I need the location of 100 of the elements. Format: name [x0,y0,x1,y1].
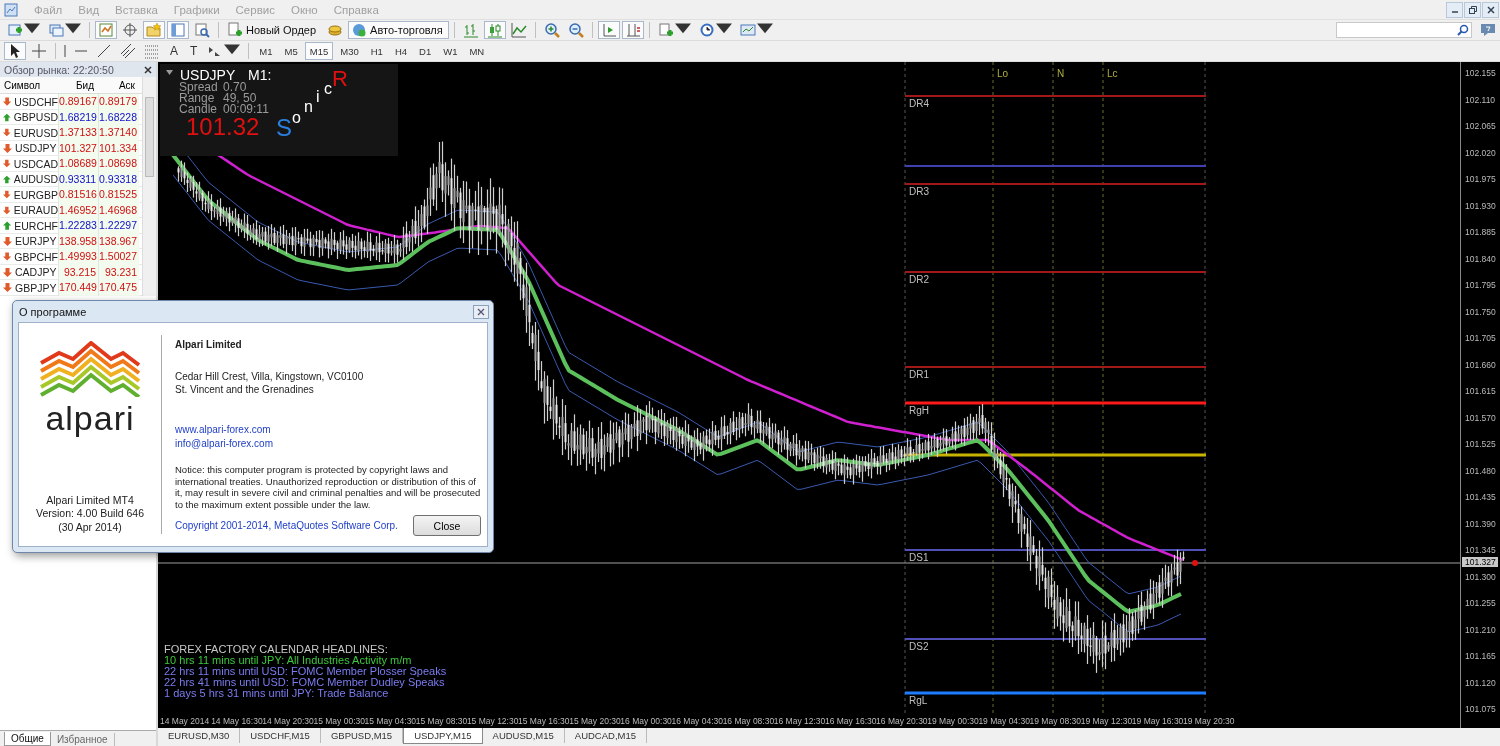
session-label: N [1057,68,1065,79]
column-header[interactable]: Бид [58,79,98,91]
chart-tab[interactable]: AUDCAD,M15 [564,728,648,743]
link[interactable]: info@alpari-forex.com [175,438,481,449]
timeframe-button[interactable]: M5 [279,42,303,60]
headline-text: 10 hrs 11 mins until JPY: All Industries Activity m/m [164,655,412,666]
time-axis-label: 19 May 04:30 [978,716,1030,726]
time-axis-label: 15 May 08:30 [415,716,468,726]
text-tool-button[interactable]: T [185,42,203,60]
price-axis-label: 102.020 [1465,147,1496,158]
price-axis-label: 101.750 [1465,306,1496,317]
time-axis-label: 14 May 20:30 [262,716,314,726]
symbol-cell[interactable]: EURGBP [13,188,58,201]
timeframe-button[interactable]: MN [464,42,490,60]
ask-cell: 0.89179 [98,94,139,110]
chart-tab[interactable]: EURUSD,M30 [158,728,241,743]
time-axis-label: 15 May 00:30 [313,716,365,726]
stat-value: 49, 50 [223,93,257,104]
price-axis-label: 101.435 [1465,492,1496,502]
price-axis-label: 102.110 [1465,94,1496,105]
time-axis-label: 15 May 16:30 [518,716,570,726]
symbol-cell[interactable]: GBPUSD [13,111,58,124]
price-axis-label: 101.165 [1465,651,1496,661]
symbol-cell[interactable]: AUDUSD [13,173,58,186]
link[interactable]: www.alpari-forex.com [175,424,481,435]
timeframe-button[interactable]: M1 [254,42,278,60]
symbol-cell[interactable]: USDCAD [13,157,58,170]
timeframe-button[interactable]: M15 [304,42,334,60]
level-label: RgL [909,695,928,706]
address-text: Cedar Hill Crest, Villa, Kingstown, VC0100 [175,370,365,383]
price-axis-label: 101.300 [1465,571,1496,582]
column-header[interactable]: Символ [0,79,58,91]
close-button[interactable]: Close [413,515,481,536]
version-text: Alpari Limited MT4 [45,493,135,507]
autotrading-button[interactable]: Авто-торговля [348,21,449,39]
price-axis-label: 101.570 [1465,412,1496,423]
price-axis-label: 101.885 [1465,227,1496,237]
time-axis-label: 15 May 04:30 [364,716,417,726]
price-axis-label: 101.345 [1465,545,1496,555]
stat-value: 0.70 [223,82,247,93]
company-name: Alpari Limited [175,339,243,350]
timeframe-button[interactable]: H1 [365,42,388,60]
time-axis-label: 16 May 04:30 [671,716,723,726]
time-axis-label: 19 May 16:30 [1131,716,1184,726]
bid-cell: 170.449 [58,280,98,296]
symbol-cell[interactable]: USDCHF [14,95,58,108]
chart-tab[interactable]: USDCHF,M15 [240,728,321,743]
time-axis-label: 16 May 20:30 [876,716,928,726]
symbol-cell[interactable]: GBPJPY [15,281,57,294]
timeframe-label: M1: [248,67,272,83]
panel-tab[interactable]: Общие [4,732,51,746]
session-label: Lc [1107,68,1118,79]
price-axis-label: 101.120 [1465,677,1496,688]
ask-cell: 1.50027 [98,249,139,265]
symbol-cell[interactable]: USDJPY [15,142,57,155]
text-tool-button[interactable]: A [165,42,183,60]
time-axis-label: 16 May 12:30 [773,716,826,726]
bid-cell: 1.08689 [58,156,98,172]
company-logo: alpari [45,399,135,438]
price-axis-label: 101.525 [1465,439,1496,449]
price-axis-label: 101.930 [1465,200,1496,211]
stat-label: Range [179,93,215,104]
timeframe-button[interactable]: M30 [335,42,364,60]
chart-tab[interactable]: AUDUSD,M15 [482,728,565,743]
current-price-label: 101.327 [1462,557,1498,567]
panel-title: Обзор рынка: 22:20:50 [4,63,114,76]
timeframe-button[interactable]: D1 [414,42,437,60]
copyright-link[interactable]: Copyright 2001-2014, MetaQuotes Software Corp. [175,520,398,531]
price-axis-label: 101.255 [1465,598,1496,608]
symbol-cell[interactable]: EURJPY [15,235,57,248]
time-axis-label: 16 May 00:30 [620,716,672,726]
price-axis-label: 101.840 [1465,253,1496,264]
dialog-title: О программе [19,305,87,318]
level-label: DS1 [909,552,929,563]
symbol-cell[interactable]: GBPCHF [14,250,58,263]
panel-tab[interactable]: Избранное [50,733,115,746]
order-button[interactable]: Новый Ордер [224,21,323,39]
headlines-title: FOREX FACTORY CALENDAR HEADLINES: [164,644,389,655]
price-axis-label: 102.065 [1465,121,1496,131]
time-axis-label: 14 May 16:30 [211,716,263,726]
price-axis-label: 101.795 [1465,280,1496,290]
price-axis-label: 101.660 [1465,359,1496,370]
column-header[interactable]: Аск [98,79,139,91]
ask-cell: 1.08698 [98,156,139,172]
version-text: (30 Apr 2014) [57,520,123,534]
bid-cell: 1.22283 [58,218,98,234]
symbol-cell[interactable]: EURAUD [13,204,58,217]
symbol-cell[interactable]: CADJPY [15,266,57,279]
level-label: DR2 [909,274,929,285]
timeframe-button[interactable]: H4 [389,42,413,60]
headline-text: 22 hrs 41 mins until USD: FOMC Member Dudley Speaks [164,677,445,688]
symbol-cell[interactable]: EURCHF [14,219,58,232]
timeframe-button[interactable]: W1 [438,42,463,60]
ask-cell: 1.22297 [98,218,139,234]
price-axis-label: 101.075 [1465,704,1496,714]
price-axis-label: 101.975 [1465,174,1496,184]
price-axis-label: 101.705 [1465,333,1496,343]
level-label: DR4 [909,98,929,109]
chart-tab[interactable]: USDJPY,M15 [403,728,483,744]
symbol-cell[interactable]: EURUSD [13,126,58,139]
